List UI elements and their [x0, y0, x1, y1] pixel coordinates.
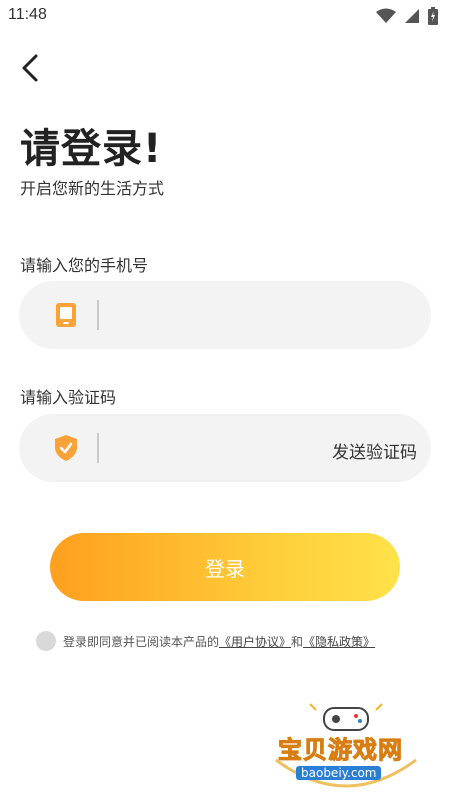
battery-icon [428, 7, 438, 25]
page-subtitle: 开启您新的生活方式 [20, 179, 165, 198]
status-time: 11:48 [8, 6, 47, 23]
phone-icon [56, 303, 76, 327]
status-icons [376, 6, 438, 26]
phone-field[interactable] [19, 281, 431, 349]
agreement-prefix: 登录即同意并已阅读本产品的 [63, 634, 220, 649]
watermark-logo: 宝贝游戏网 baobeiy.com [270, 700, 422, 796]
phone-divider [97, 300, 99, 330]
code-field[interactable]: 发送验证码 [19, 414, 431, 482]
code-label: 请输入验证码 [20, 388, 117, 407]
page-title: 请登录! [20, 126, 163, 172]
wifi-icon [376, 8, 396, 23]
back-button[interactable] [14, 50, 50, 86]
watermark-url: baobeiy.com [296, 766, 382, 780]
user-agreement-link[interactable]: 《用户协议》 [219, 633, 291, 650]
status-bar: 11:48 [0, 0, 450, 32]
agreement-and: 和 [291, 634, 304, 649]
shield-check-icon [55, 435, 77, 461]
privacy-policy-link[interactable]: 《隐私政策》 [303, 633, 375, 650]
chevron-left-icon [22, 54, 38, 82]
login-button[interactable]: 登录 [50, 533, 400, 601]
phone-label: 请输入您的手机号 [20, 256, 149, 275]
code-divider [97, 433, 99, 463]
send-code-button[interactable]: 发送验证码 [332, 438, 417, 463]
phone-input[interactable] [111, 295, 335, 337]
code-input[interactable] [111, 428, 315, 470]
agreement-row: 登录即同意并已阅读本产品的 《用户协议》 和 《隐私政策》 [36, 631, 375, 651]
agree-checkbox[interactable] [36, 631, 56, 651]
watermark-text: 宝贝游戏网 [278, 736, 403, 765]
signal-icon [405, 9, 419, 23]
